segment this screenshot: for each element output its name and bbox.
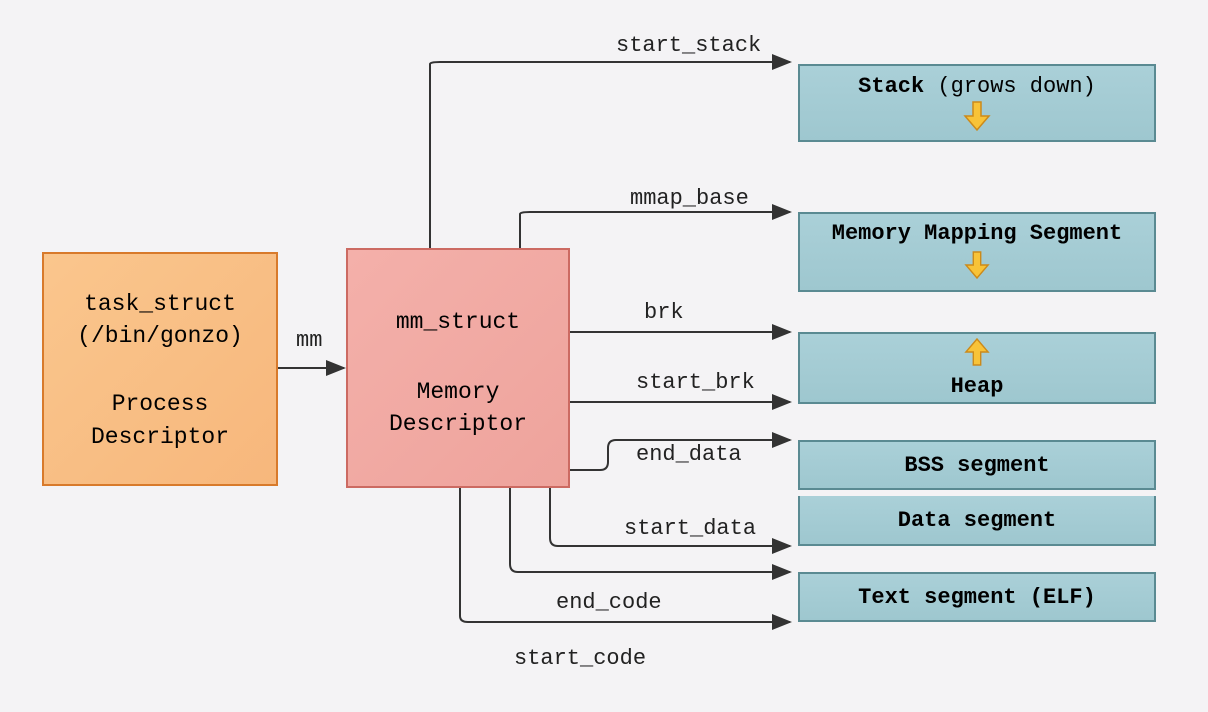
process-descriptor-label-1: Process (44, 388, 276, 420)
task-struct-label: task_struct (44, 288, 276, 320)
end-code-label: end_code (556, 590, 662, 615)
bss-segment-label: BSS segment (904, 453, 1049, 478)
start-brk-label: start_brk (636, 370, 755, 395)
brk-label: brk (644, 300, 684, 325)
heap-segment-label: Heap (951, 374, 1004, 399)
text-segment-box: Text segment (ELF) (798, 572, 1156, 622)
stack-bold: Stack (858, 74, 924, 99)
memory-descriptor-label-1: Memory (348, 376, 568, 408)
up-arrow-icon (964, 337, 990, 374)
stack-segment-label: Stack (grows down) (858, 74, 1096, 99)
mm-link-label: mm (296, 328, 322, 353)
end-data-label: end_data (636, 442, 742, 467)
memory-descriptor-label-2: Descriptor (348, 408, 568, 440)
stack-segment-box: Stack (grows down) (798, 64, 1156, 142)
mm-struct-box: mm_struct Memory Descriptor (346, 248, 570, 488)
stack-rest: (grows down) (924, 74, 1096, 99)
process-descriptor-box: task_struct (/bin/gonzo) Process Descrip… (42, 252, 278, 486)
process-descriptor-label-2: Descriptor (44, 421, 276, 453)
data-segment-label: Data segment (898, 508, 1056, 533)
data-segment-box: Data segment (798, 496, 1156, 546)
mm-struct-label: mm_struct (348, 306, 568, 338)
down-arrow-icon (964, 250, 990, 287)
text-segment-label: Text segment (ELF) (858, 585, 1096, 610)
mmap-segment-label: Memory Mapping Segment (832, 221, 1122, 246)
task-struct-path: (/bin/gonzo) (44, 320, 276, 352)
heap-segment-box: Heap (798, 332, 1156, 404)
mmap-base-label: mmap_base (630, 186, 749, 211)
start-data-label: start_data (624, 516, 756, 541)
start-stack-label: start_stack (616, 33, 761, 58)
start-code-label: start_code (514, 646, 646, 671)
bss-segment-box: BSS segment (798, 440, 1156, 490)
down-arrow-icon (963, 100, 991, 139)
mmap-segment-box: Memory Mapping Segment (798, 212, 1156, 292)
